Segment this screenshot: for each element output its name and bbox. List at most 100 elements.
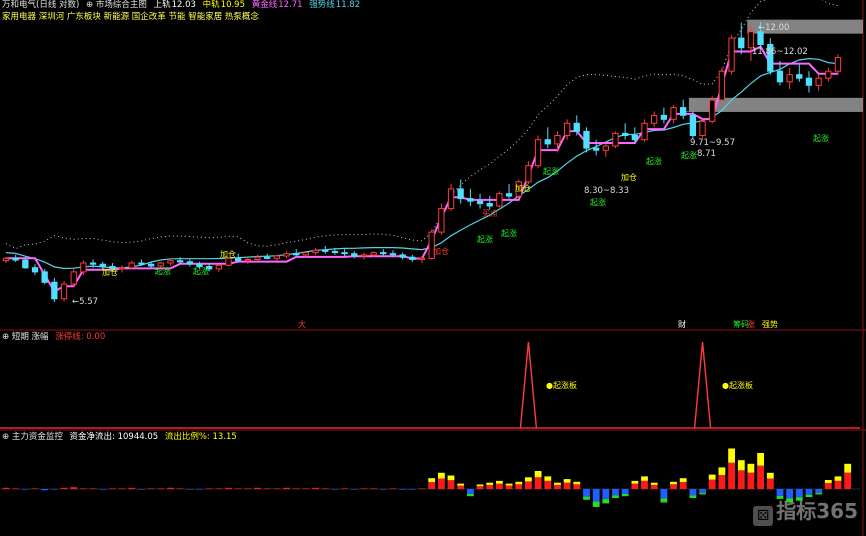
flow-bar-red	[573, 484, 581, 489]
candle-body	[544, 139, 551, 145]
candle-body	[128, 262, 135, 269]
flow-bar-green	[467, 494, 474, 497]
flow-bar-blue	[805, 489, 813, 495]
panel3-ratio: 流出比例%: 13.15	[164, 432, 237, 442]
candle-body	[331, 250, 339, 253]
flow-bar-yellow	[534, 471, 542, 478]
flow-bar-red	[283, 487, 290, 489]
upper-value: 12.03	[171, 0, 196, 10]
candle-body	[302, 252, 310, 256]
flow-bar-red	[824, 483, 832, 489]
flow-bar-yellow	[515, 481, 523, 485]
signal-rise-2: 起涨	[193, 267, 209, 276]
flow-bar-yellow	[766, 472, 774, 479]
flow-bar-green	[699, 492, 706, 495]
flow-bar-yellow	[641, 476, 648, 481]
candle-body	[641, 122, 648, 141]
candle-body	[215, 264, 222, 270]
flow-bar-red	[244, 488, 252, 489]
high-range-label: 11.86~12.02	[752, 47, 808, 57]
candle-body	[815, 77, 822, 86]
candle-body	[254, 256, 261, 261]
flow-bar-green	[612, 495, 619, 498]
candle-body	[41, 271, 48, 283]
flow-bar-red	[60, 487, 68, 489]
candle-body	[235, 257, 242, 262]
candle-body	[264, 256, 271, 259]
ma-label: 强势线	[309, 0, 335, 10]
panel2-peak	[693, 341, 712, 429]
candle-body	[467, 198, 474, 202]
candle-body	[554, 135, 561, 145]
flow-bar-red	[505, 485, 513, 489]
flow-bar-red	[476, 486, 484, 489]
flow-bar-green	[621, 494, 629, 497]
panel2-header: ⊕ 短期 涨幅 涨停线: 0.00	[2, 332, 109, 343]
price2-label: 8.71	[697, 149, 716, 159]
panel2-value: 涨停线: 0.00	[55, 332, 106, 342]
flow-bar-red	[389, 488, 397, 489]
candle-body	[612, 132, 619, 147]
candle-body	[60, 283, 68, 300]
candle-body	[593, 147, 600, 151]
candle-body	[486, 203, 493, 207]
flow-bar-blue	[592, 489, 600, 502]
flow-bar-red	[418, 488, 426, 489]
candle-body	[186, 261, 193, 265]
flow-bar-yellow	[544, 476, 552, 481]
candle-body	[80, 262, 87, 273]
flow-bar-yellow	[747, 463, 755, 473]
middle-band-line	[5, 57, 839, 270]
flow-bar-red	[525, 481, 532, 489]
candle-body	[283, 253, 290, 257]
signal-buy-1: 买点	[482, 209, 498, 218]
candle-body	[825, 70, 832, 79]
flow-bar-yellow	[834, 476, 842, 481]
flow-bar-blue	[138, 489, 145, 490]
flow-bar-yellow	[737, 460, 745, 471]
marker-big: 大	[298, 320, 306, 329]
flow-bar-red	[428, 482, 436, 489]
candle-body	[399, 254, 406, 258]
flow-bar-red	[737, 470, 745, 489]
flow-bar-blue	[331, 489, 339, 490]
flow-bar-red	[447, 480, 455, 489]
candle-body	[447, 188, 455, 210]
flow-bar-yellow	[496, 480, 503, 484]
flow-bar-green	[660, 498, 668, 503]
flow-bar-yellow	[486, 482, 494, 485]
flow-bar-yellow	[573, 481, 581, 485]
flow-bar-red	[302, 488, 310, 489]
flow-bar-yellow	[505, 483, 513, 486]
flow-bar-red	[157, 488, 165, 489]
flow-bar-red	[457, 485, 465, 489]
flow-bar-red	[321, 488, 329, 489]
flow-bar-red	[234, 488, 242, 489]
flow-bar-yellow	[563, 479, 571, 483]
candle-body	[370, 252, 377, 256]
panel3-header: ⊕ 主力资金监控 资金净流出: 10944.05 流出比例%: 13.15	[2, 432, 241, 443]
flow-bar-red	[679, 482, 687, 489]
candle-body	[776, 70, 784, 83]
panel2-peak	[519, 341, 538, 429]
flow-bar-red	[292, 488, 300, 489]
flow-bar-red	[147, 488, 155, 489]
flow-bar-red	[370, 488, 377, 489]
candle-body	[118, 267, 126, 270]
flow-bar-yellow	[670, 481, 677, 485]
flow-bar-red	[254, 487, 261, 489]
stock-title: 万和电气(日线 对数)	[2, 0, 80, 10]
candle-body	[660, 114, 668, 120]
flow-bar-yellow	[844, 463, 852, 473]
candle-body	[244, 259, 251, 262]
flow-bar-yellow	[438, 472, 445, 479]
candle-body	[89, 262, 97, 265]
flow-bar-red	[844, 472, 852, 489]
candle-body	[341, 252, 348, 255]
stock-chart[interactable]	[0, 0, 866, 536]
flow-bar-yellow	[476, 484, 484, 487]
candle-body	[389, 253, 397, 256]
flow-bar-green	[602, 499, 610, 504]
flow-bar-red	[438, 478, 445, 489]
flow-bar-red	[273, 488, 281, 489]
